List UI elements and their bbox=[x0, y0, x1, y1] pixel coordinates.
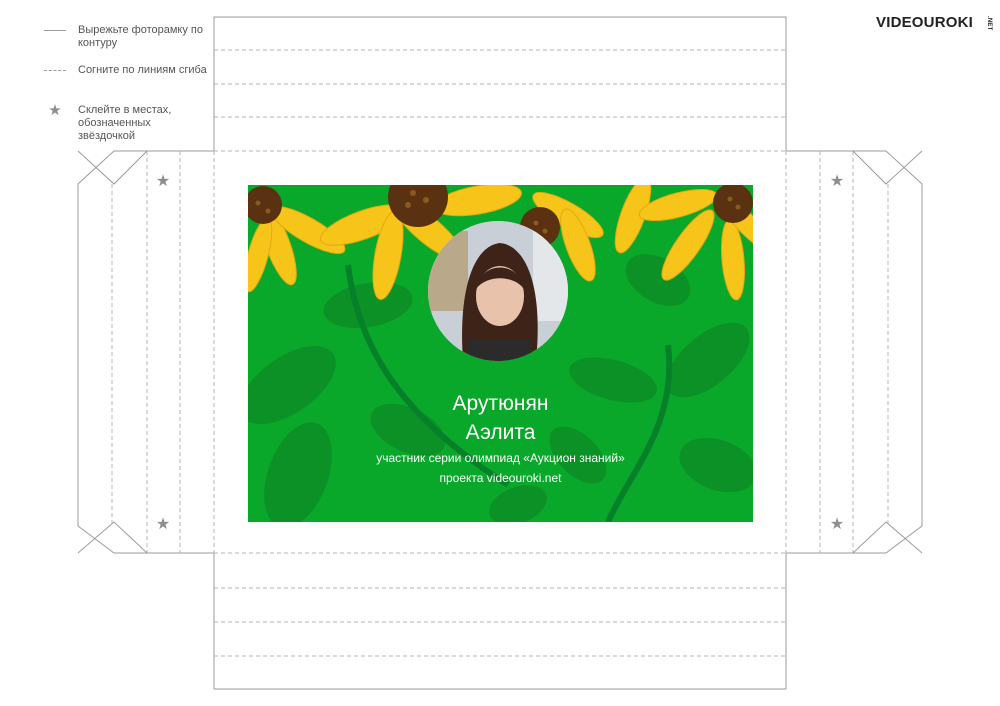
legend-glue-text: Склейте в местах, обозначенных звёздочко… bbox=[78, 104, 172, 142]
star-icon: ★ bbox=[829, 516, 845, 533]
star-icon: ★ bbox=[155, 173, 171, 190]
project-line: проекта videouroki.net bbox=[439, 471, 562, 485]
certificate-card: Арутюнян Аэлита участник серии олимпиад … bbox=[248, 185, 753, 522]
legend-fold-text: Согните по линиям сгиба bbox=[78, 64, 207, 76]
certificate-subtitle: участник серии олимпиад «Аукцион знаний» bbox=[376, 451, 625, 465]
dashed-line-sample bbox=[44, 70, 66, 71]
solid-line-sample bbox=[44, 30, 66, 31]
videouroki-logo: VIDEOUROKI .NET bbox=[876, 14, 992, 31]
logo-tld: .NET bbox=[986, 16, 992, 31]
star-icon: ★ bbox=[829, 173, 845, 190]
profile-photo bbox=[428, 221, 568, 361]
legend-cut-text: Вырежьте фоторамку по контуру bbox=[78, 24, 203, 49]
logo-text: VIDEOUROKI bbox=[876, 14, 974, 31]
star-icon: ★ bbox=[48, 102, 62, 119]
portrait-image bbox=[428, 221, 568, 361]
recipient-surname: Арутюнян bbox=[452, 392, 549, 415]
star-icon: ★ bbox=[155, 516, 171, 533]
recipient-name: Аэлита bbox=[465, 421, 536, 444]
